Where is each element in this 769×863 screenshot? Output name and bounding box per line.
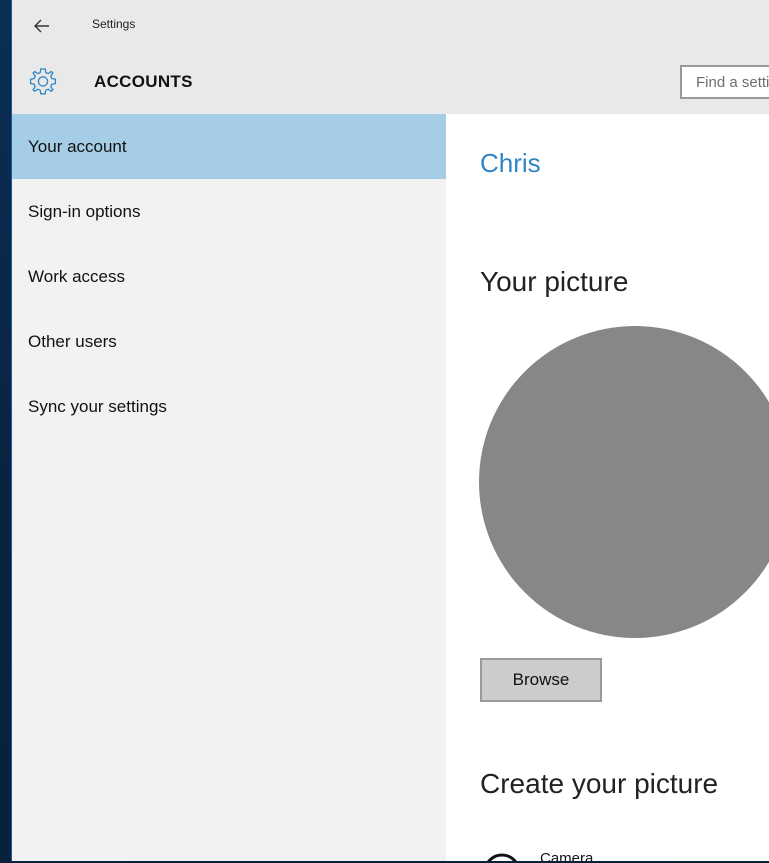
sidebar-item-other-users[interactable]: Other users [12,309,446,374]
camera-icon [487,853,517,861]
browse-button[interactable]: Browse [480,658,602,702]
title-bar: Settings [12,0,769,52]
camera-label: Camera [540,850,594,861]
settings-window: Settings ACCOUNTS Your account Sign-in o… [11,0,769,861]
your-picture-heading: Your picture [480,266,629,297]
page-header: ACCOUNTS [12,52,769,114]
user-name: Chris [480,148,541,178]
sidebar-item-your-account[interactable]: Your account [12,114,446,179]
window-title: Settings [92,17,136,31]
section-title: ACCOUNTS [94,72,193,91]
avatar [479,326,769,638]
search-input[interactable] [680,65,769,99]
camera-option[interactable]: Camera [482,846,762,861]
main-content: Chris Your picture Browse Create your pi… [446,114,769,861]
sidebar-item-work-access[interactable]: Work access [12,244,446,309]
sidebar-item-sync-settings[interactable]: Sync your settings [12,374,446,439]
sidebar-item-sign-in-options[interactable]: Sign-in options [12,179,446,244]
gear-icon [29,68,57,95]
back-arrow-icon[interactable] [30,14,54,38]
sidebar: Your account Sign-in options Work access… [12,114,446,861]
create-picture-heading: Create your picture [480,768,719,799]
